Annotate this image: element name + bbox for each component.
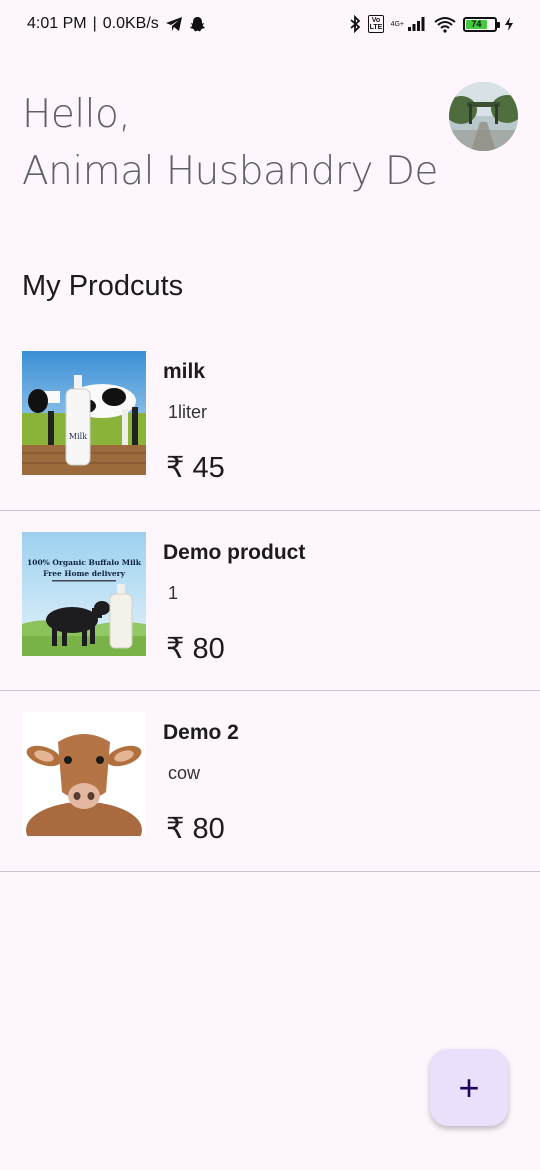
product-price: ₹ 45 <box>166 452 225 484</box>
product-image-milk: Milk <box>22 351 146 475</box>
app-screen: 4:01 PM | 0.0KB/s Vo LTE 4G+ 74 Hello, A… <box>0 0 540 1170</box>
charging-icon <box>504 16 514 32</box>
product-name: Demo 2 <box>163 721 239 744</box>
plus-icon: + <box>458 1066 480 1108</box>
battery-level: 74 <box>466 19 487 29</box>
status-right: Vo LTE 4G+ 74 <box>349 15 514 33</box>
profile-avatar[interactable] <box>449 82 518 151</box>
product-card[interactable]: 100% Organic Buffalo Milk Free Home deli… <box>0 511 540 691</box>
avatar-image <box>449 82 518 151</box>
wifi-icon <box>434 16 456 33</box>
product-name: milk <box>163 360 206 383</box>
battery-cap <box>497 21 500 28</box>
telegram-icon <box>165 16 183 32</box>
product-image-buffalo-milk: 100% Organic Buffalo Milk Free Home deli… <box>22 531 146 656</box>
product-card[interactable]: Demo 2 cow ₹ 80 <box>0 691 540 872</box>
product-description: 1liter <box>168 402 208 422</box>
greeting: Hello, Animal Husbandry De <box>22 86 438 200</box>
product-list: Milk milk 1liter ₹ 45 100% Organic Buffa… <box>0 330 540 872</box>
product-image-cow <box>22 712 146 836</box>
product-description: 1 <box>168 582 179 603</box>
snapchat-icon <box>189 16 206 33</box>
status-bar: 4:01 PM | 0.0KB/s Vo LTE 4G+ 74 <box>0 0 540 48</box>
status-divider: | <box>92 15 97 32</box>
product-name: Demo product <box>163 540 306 564</box>
greeting-hello: Hello, <box>22 92 131 137</box>
product-price: ₹ 80 <box>166 813 225 845</box>
signal-icon <box>407 16 427 32</box>
status-left: 4:01 PM | 0.0KB/s <box>27 15 206 33</box>
battery-icon: 74 <box>463 16 500 32</box>
greeting-user-name: Animal Husbandry De <box>22 149 438 194</box>
bluetooth-icon <box>349 15 361 33</box>
image-caption-organic: 100% Organic Buffalo Milk <box>27 558 142 567</box>
add-product-button[interactable]: + <box>430 1049 508 1126</box>
image-caption-delivery: Free Home delivery <box>43 569 126 578</box>
product-card[interactable]: Milk milk 1liter ₹ 45 <box>0 330 540 511</box>
product-price: ₹ 80 <box>166 632 225 665</box>
network-type-label: 4G+ <box>390 20 404 28</box>
product-description: cow <box>168 763 201 783</box>
status-time: 4:01 PM <box>27 15 87 32</box>
section-title: My Prodcuts <box>22 270 184 302</box>
milk-bottle-label: Milk <box>69 432 87 441</box>
status-speed: 0.0KB/s <box>102 15 159 32</box>
volte-icon: Vo LTE <box>367 15 384 33</box>
